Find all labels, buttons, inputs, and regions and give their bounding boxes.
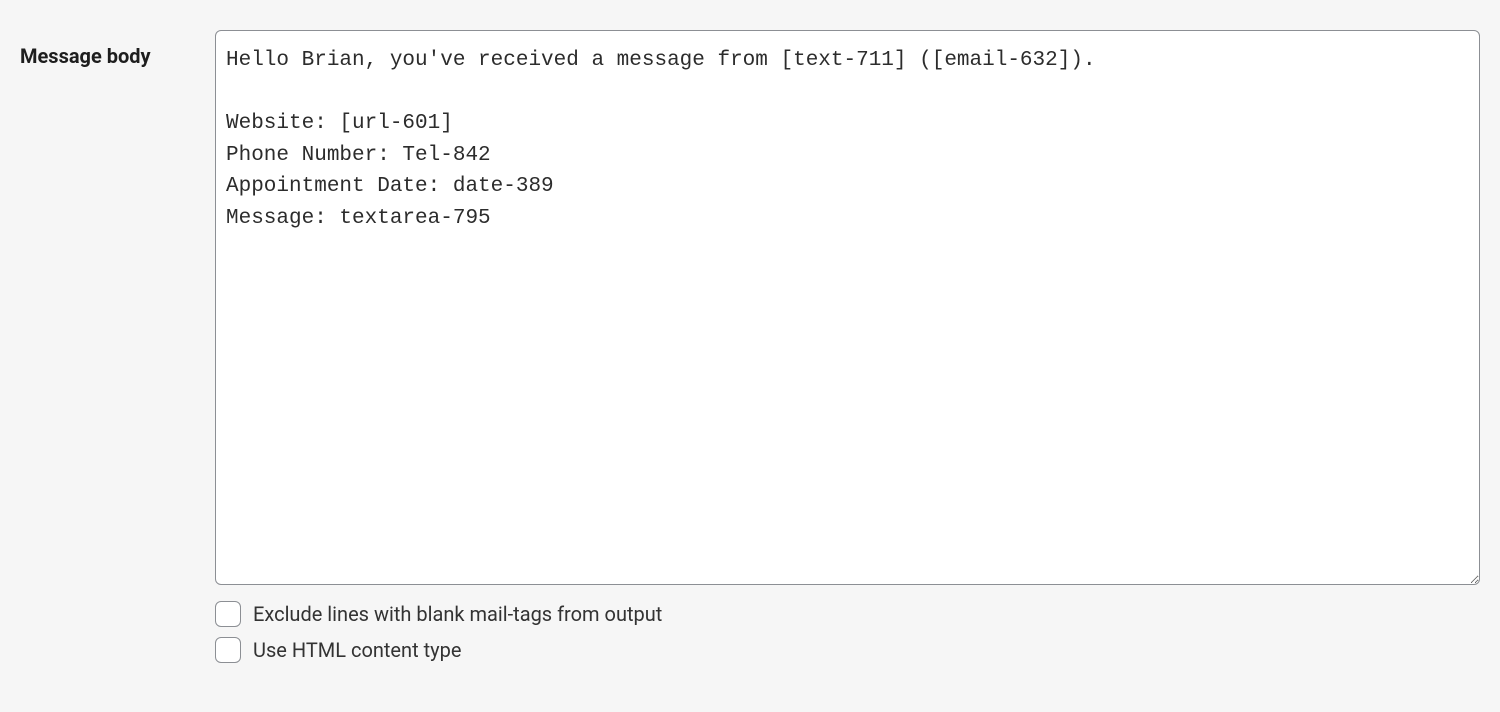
label-column: Message body bbox=[20, 30, 215, 68]
exclude-blank-label: Exclude lines with blank mail-tags from … bbox=[253, 602, 662, 626]
use-html-label: Use HTML content type bbox=[253, 638, 461, 662]
message-body-row: Message body Exclude lines with blank ma… bbox=[20, 30, 1480, 673]
exclude-blank-checkbox[interactable] bbox=[215, 601, 241, 627]
field-column: Exclude lines with blank mail-tags from … bbox=[215, 30, 1480, 673]
mail-options: Exclude lines with blank mail-tags from … bbox=[215, 601, 1480, 663]
use-html-checkbox[interactable] bbox=[215, 637, 241, 663]
exclude-blank-option[interactable]: Exclude lines with blank mail-tags from … bbox=[215, 601, 1480, 627]
message-body-label: Message body bbox=[20, 44, 151, 68]
message-body-textarea[interactable] bbox=[215, 30, 1480, 585]
use-html-option[interactable]: Use HTML content type bbox=[215, 637, 1480, 663]
